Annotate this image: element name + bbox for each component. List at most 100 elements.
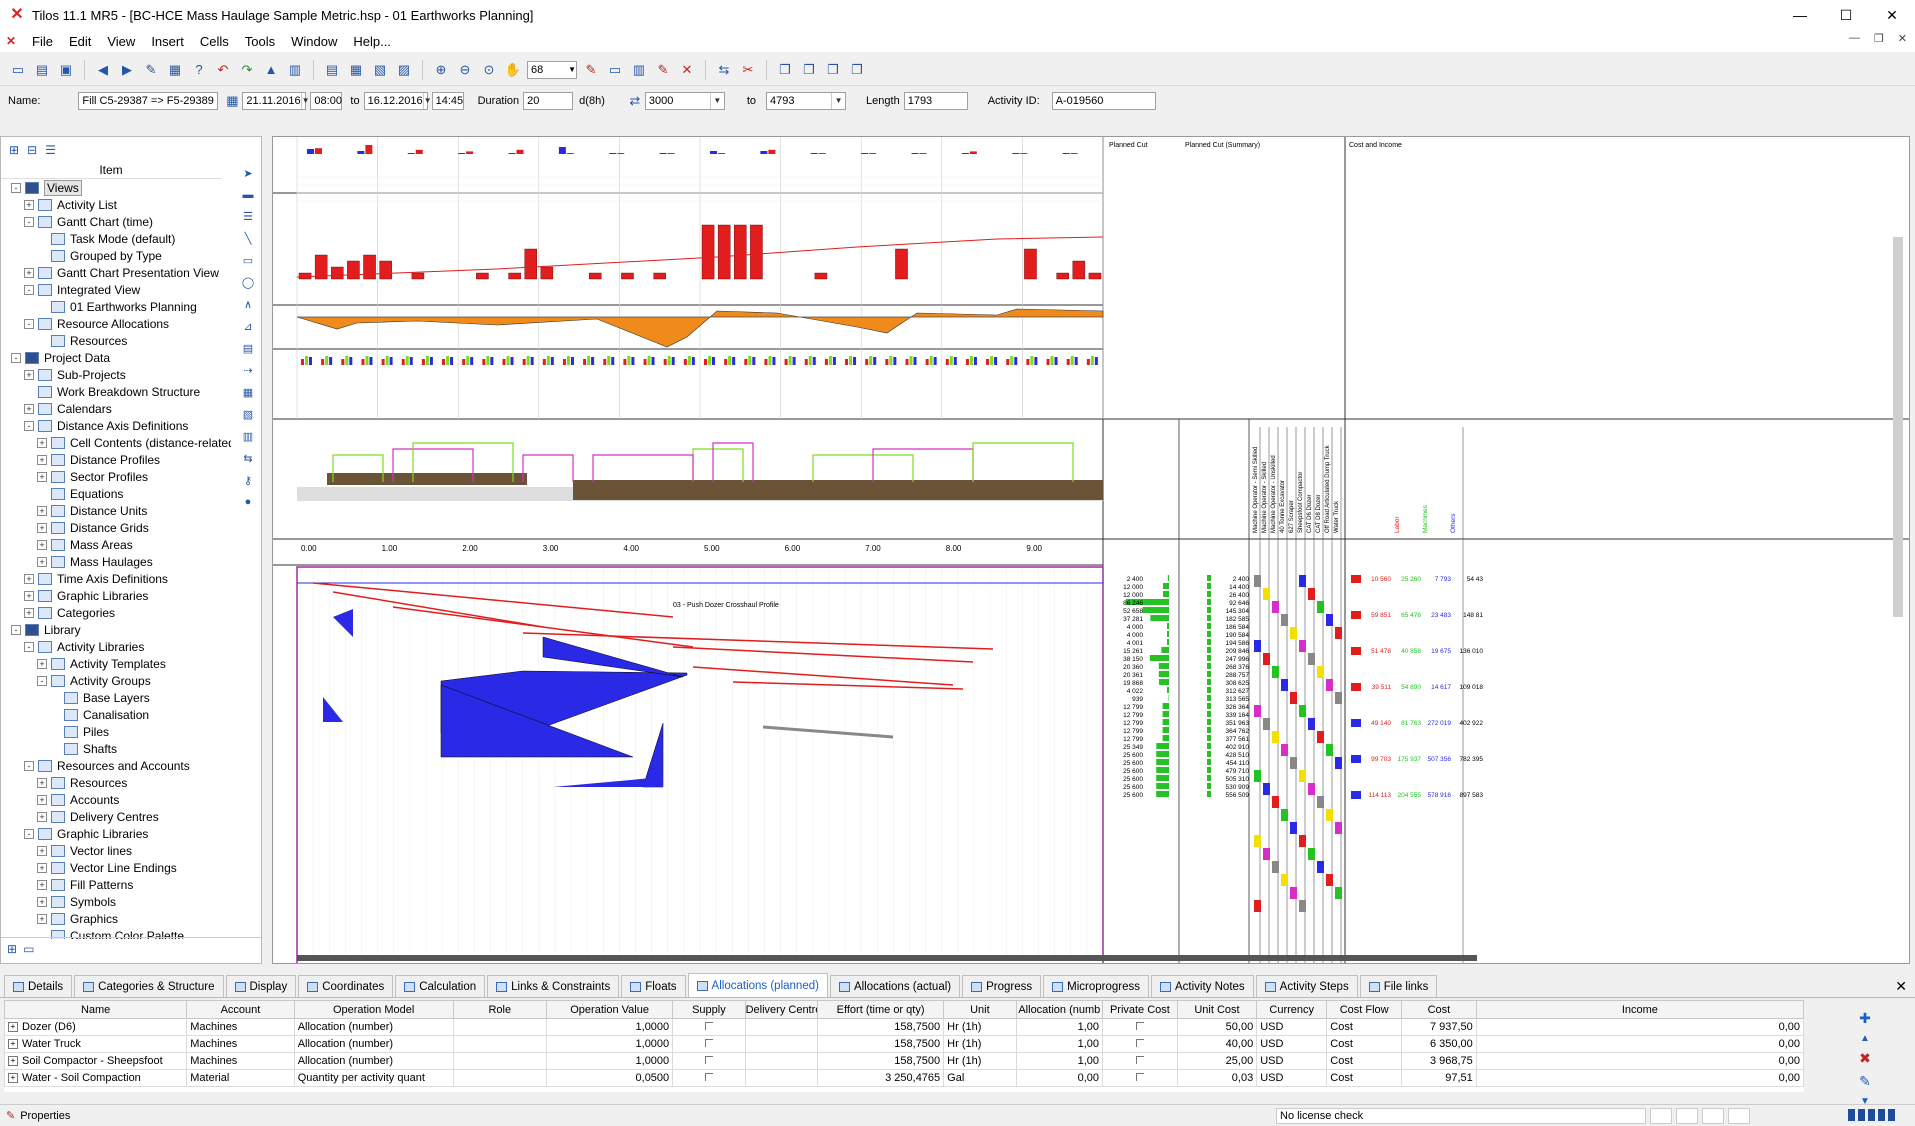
split-icon[interactable]: ✂ xyxy=(738,60,758,80)
curve-tool-icon[interactable]: ∧ xyxy=(244,298,252,311)
role-cell[interactable] xyxy=(452,1052,548,1070)
effort-cell[interactable]: 158,7500 xyxy=(817,1052,945,1070)
column-header[interactable]: Supply xyxy=(672,1000,746,1019)
resource-name-cell[interactable]: + Water - Soil Compaction xyxy=(3,1069,188,1087)
collapse-icon[interactable]: - xyxy=(11,624,21,635)
tree-item[interactable]: + Gantt Chart Presentation View xyxy=(1,264,231,281)
model-cell[interactable]: Quantity per activity quant xyxy=(293,1069,454,1087)
unit-cell[interactable]: Hr (1h) xyxy=(943,1035,1017,1053)
tree-item[interactable]: + Distance Units xyxy=(1,502,231,519)
expand-icon[interactable]: + xyxy=(24,573,34,584)
text-tool-icon[interactable]: ▤ xyxy=(243,342,253,355)
view-icon[interactable]: ▤ xyxy=(322,60,342,80)
table-row[interactable]: + Water - Soil Compaction Material Quantity… xyxy=(3,1069,1805,1087)
expand-icon[interactable]: + xyxy=(24,267,34,278)
flow-cell[interactable]: Cost xyxy=(1326,1018,1403,1036)
window-tile-icon[interactable]: ❐ xyxy=(799,60,819,80)
document-icon[interactable]: ✕ xyxy=(6,34,24,48)
private-checkbox[interactable] xyxy=(1102,1035,1178,1053)
centre-cell[interactable] xyxy=(744,1069,819,1087)
flow-cell[interactable]: Cost xyxy=(1326,1052,1403,1070)
end-time-field[interactable]: 14:45 xyxy=(431,92,464,110)
end-date-field[interactable]: 16.12.2016 ▼ xyxy=(363,92,432,110)
graphic-view-icon[interactable]: ▭ xyxy=(23,942,34,959)
expand-icon[interactable]: + xyxy=(37,862,47,873)
length-field[interactable]: 1793 xyxy=(903,92,968,110)
column-header[interactable]: Cost xyxy=(1401,1000,1477,1019)
expand-icon[interactable]: + xyxy=(37,539,47,550)
income-cell[interactable]: 0,00 xyxy=(1475,1052,1805,1070)
supply-checkbox[interactable] xyxy=(672,1018,746,1036)
maximize-button[interactable]: ☐ xyxy=(1823,0,1869,30)
effort-cell[interactable]: 158,7500 xyxy=(817,1018,945,1036)
expand-icon[interactable]: + xyxy=(37,777,47,788)
value-cell[interactable]: 0,0500 xyxy=(546,1069,674,1087)
checkbox-icon[interactable] xyxy=(1135,1022,1144,1030)
expand-icon[interactable]: + xyxy=(37,454,47,465)
ellipse-tool-icon[interactable]: ◯ xyxy=(242,276,254,289)
column-header[interactable]: Effort (time or qty) xyxy=(817,1000,945,1019)
from-distance-field[interactable]: 3000 ▼ xyxy=(644,92,725,110)
collapse-icon[interactable]: - xyxy=(37,675,47,686)
dot-tool-icon[interactable]: ● xyxy=(245,496,252,508)
tab-allocations-planned[interactable]: Allocations (planned) xyxy=(687,973,828,997)
collapse-all-icon[interactable]: ⊟ xyxy=(27,143,37,157)
collapse-icon[interactable]: - xyxy=(24,828,34,839)
tree-item[interactable]: + Categories xyxy=(1,604,231,621)
table-icon[interactable]: ▦ xyxy=(346,60,366,80)
move-up-icon[interactable]: ▲ xyxy=(1860,1033,1870,1044)
currency-cell[interactable]: USD xyxy=(1256,1052,1328,1070)
unit-cost-cell[interactable]: 25,00 xyxy=(1176,1052,1258,1070)
edit-chart-icon[interactable]: ✎ xyxy=(653,60,673,80)
tab-activity-steps[interactable]: Activity Steps xyxy=(1255,975,1358,997)
model-cell[interactable]: Allocation (number) xyxy=(293,1052,454,1070)
collapse-icon[interactable]: - xyxy=(24,284,34,295)
menu-tools[interactable]: Tools xyxy=(237,34,283,49)
window-cascade-icon[interactable]: ❐ xyxy=(775,60,795,80)
tree-item[interactable]: Shafts xyxy=(1,740,231,757)
expand-icon[interactable]: + xyxy=(37,845,47,856)
tree-item[interactable]: - Distance Axis Definitions xyxy=(1,417,231,434)
mdi-minimize-button[interactable]: — xyxy=(1849,32,1860,45)
table-tool-icon[interactable]: ▦ xyxy=(243,386,253,399)
print-icon[interactable]: ▧ xyxy=(370,60,390,80)
calendar-icon[interactable]: ▦ xyxy=(222,91,242,111)
grid-icon[interactable]: ▦ xyxy=(165,60,185,80)
tree-item[interactable]: + Activity List xyxy=(1,196,231,213)
flow-cell[interactable]: Cost xyxy=(1326,1069,1403,1087)
cost-cell[interactable]: 6 350,00 xyxy=(1401,1035,1477,1053)
tree-item[interactable]: - Resources and Accounts xyxy=(1,757,231,774)
tree-item[interactable]: + Resources xyxy=(1,774,231,791)
tree-item[interactable]: + Graphic Libraries xyxy=(1,587,231,604)
supply-checkbox[interactable] xyxy=(672,1069,746,1087)
tree-item[interactable]: - Activity Groups xyxy=(1,672,231,689)
column-header[interactable]: Delivery Centre xyxy=(744,1000,819,1019)
collapse-icon[interactable]: - xyxy=(24,641,34,652)
expand-icon[interactable]: + xyxy=(37,658,47,669)
checkbox-icon[interactable] xyxy=(1135,1039,1144,1047)
list-tool-icon[interactable]: ☰ xyxy=(243,210,253,223)
undo-icon[interactable]: ↶ xyxy=(213,60,233,80)
save-icon[interactable]: ▣ xyxy=(56,60,76,80)
tree-item[interactable]: - Resource Allocations xyxy=(1,315,231,332)
resource-name-cell[interactable]: + Water Truck xyxy=(3,1035,188,1053)
tree-item[interactable]: Piles xyxy=(1,723,231,740)
pointer-tool-icon[interactable]: ➤ xyxy=(243,167,252,180)
checkbox-icon[interactable] xyxy=(704,1056,713,1064)
chart-icon[interactable]: ▥ xyxy=(629,60,649,80)
tree-item[interactable]: 01 Earthworks Planning xyxy=(1,298,231,315)
clear-icon[interactable]: ✕ xyxy=(677,60,697,80)
expand-all-icon[interactable]: ⊞ xyxy=(9,143,19,157)
centre-cell[interactable] xyxy=(744,1035,819,1053)
checkbox-icon[interactable] xyxy=(1135,1056,1144,1064)
expand-icon[interactable]: + xyxy=(37,879,47,890)
resource-expand-icon[interactable]: + xyxy=(8,1039,18,1050)
tree-item[interactable]: - Library xyxy=(1,621,231,638)
line-tool-icon[interactable]: ╲ xyxy=(245,232,252,245)
sheet-icon[interactable]: ▭ xyxy=(605,60,625,80)
collapse-icon[interactable]: - xyxy=(11,182,21,193)
tree-item[interactable]: + Vector Line Endings xyxy=(1,859,231,876)
column-header[interactable]: Name xyxy=(3,1000,188,1019)
rectangle-tool-icon[interactable]: ▭ xyxy=(243,254,253,267)
alloc-cell[interactable]: 1,00 xyxy=(1015,1052,1104,1070)
